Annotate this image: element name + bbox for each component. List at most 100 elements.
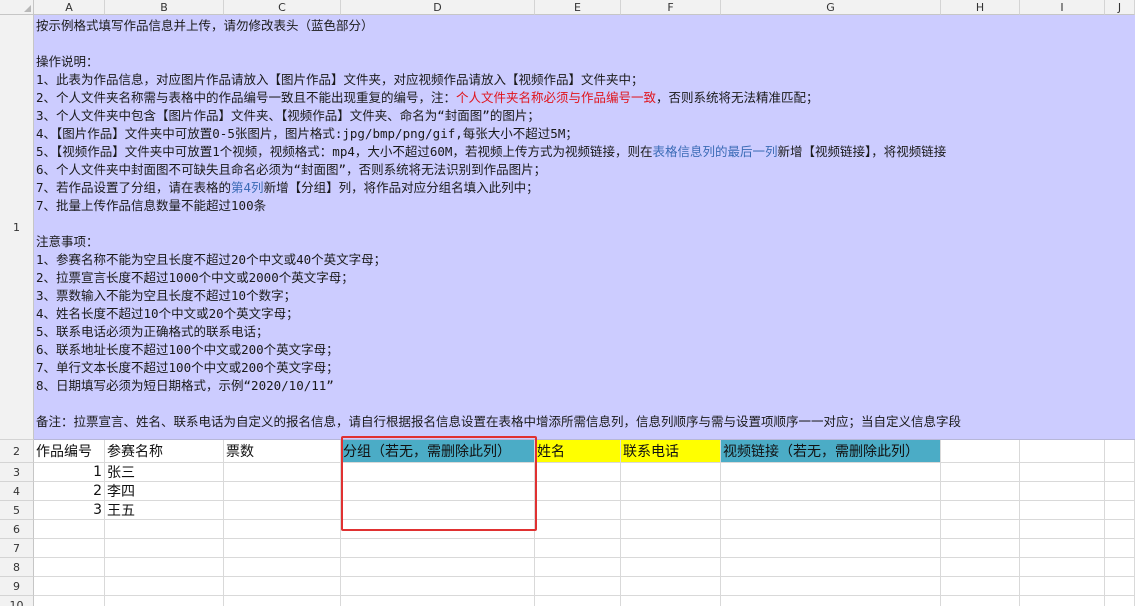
table-cell-b6[interactable]	[105, 520, 224, 539]
table-cell-j6[interactable]	[1105, 520, 1135, 539]
header-cell-c[interactable]: 票数	[224, 440, 341, 463]
table-cell-e9[interactable]	[535, 577, 621, 596]
table-cell-f5[interactable]	[621, 501, 721, 520]
table-cell-d3[interactable]	[341, 463, 535, 482]
instructions-merged-cell[interactable]: 按示例格式填写作品信息并上传，请勿修改表头（蓝色部分） 操作说明： 1、此表为作品信…	[34, 15, 1135, 440]
table-cell-g3[interactable]	[721, 463, 941, 482]
table-cell-j4[interactable]	[1105, 482, 1135, 501]
table-cell-i10[interactable]	[1020, 596, 1105, 606]
table-cell-c7[interactable]	[224, 539, 341, 558]
table-cell-c9[interactable]	[224, 577, 341, 596]
table-cell-e8[interactable]	[535, 558, 621, 577]
table-cell-i4[interactable]	[1020, 482, 1105, 501]
table-cell-i9[interactable]	[1020, 577, 1105, 596]
table-cell-e7[interactable]	[535, 539, 621, 558]
table-cell-h7[interactable]	[941, 539, 1020, 558]
column-header-e[interactable]: E	[535, 0, 621, 15]
table-cell-e10[interactable]	[535, 596, 621, 606]
table-cell-g6[interactable]	[721, 520, 941, 539]
table-cell-f10[interactable]	[621, 596, 721, 606]
header-cell-f[interactable]: 联系电话	[621, 440, 721, 463]
table-cell-a5[interactable]: 3	[34, 501, 105, 520]
row-header-2[interactable]: 2	[0, 440, 34, 463]
header-cell-a[interactable]: 作品编号	[34, 440, 105, 463]
column-header-f[interactable]: F	[621, 0, 721, 15]
table-cell-j3[interactable]	[1105, 463, 1135, 482]
header-cell-g[interactable]: 视频链接（若无，需删除此列）	[721, 440, 941, 463]
table-cell-g5[interactable]	[721, 501, 941, 520]
table-cell-j7[interactable]	[1105, 539, 1135, 558]
table-cell-c10[interactable]	[224, 596, 341, 606]
table-cell-f4[interactable]	[621, 482, 721, 501]
table-cell-a9[interactable]	[34, 577, 105, 596]
header-cell-i[interactable]	[1020, 440, 1105, 463]
table-cell-i5[interactable]	[1020, 501, 1105, 520]
table-cell-j8[interactable]	[1105, 558, 1135, 577]
table-cell-b7[interactable]	[105, 539, 224, 558]
table-cell-h10[interactable]	[941, 596, 1020, 606]
row-header-5[interactable]: 5	[0, 501, 34, 520]
table-cell-b8[interactable]	[105, 558, 224, 577]
column-header-c[interactable]: C	[224, 0, 341, 15]
table-cell-f6[interactable]	[621, 520, 721, 539]
row-header-1[interactable]: 1	[0, 15, 34, 440]
table-cell-a7[interactable]	[34, 539, 105, 558]
table-cell-f7[interactable]	[621, 539, 721, 558]
table-cell-g8[interactable]	[721, 558, 941, 577]
table-cell-d10[interactable]	[341, 596, 535, 606]
row-header-8[interactable]: 8	[0, 558, 34, 577]
column-header-i[interactable]: I	[1020, 0, 1105, 15]
table-cell-a3[interactable]: 1	[34, 463, 105, 482]
table-cell-b5[interactable]: 王五	[105, 501, 224, 520]
table-cell-h6[interactable]	[941, 520, 1020, 539]
table-cell-e5[interactable]	[535, 501, 621, 520]
table-cell-d9[interactable]	[341, 577, 535, 596]
table-cell-d7[interactable]	[341, 539, 535, 558]
table-cell-b4[interactable]: 李四	[105, 482, 224, 501]
row-header-4[interactable]: 4	[0, 482, 34, 501]
table-cell-j9[interactable]	[1105, 577, 1135, 596]
header-cell-e[interactable]: 姓名	[535, 440, 621, 463]
table-cell-g4[interactable]	[721, 482, 941, 501]
table-cell-b10[interactable]	[105, 596, 224, 606]
table-cell-c3[interactable]	[224, 463, 341, 482]
table-cell-h3[interactable]	[941, 463, 1020, 482]
select-all-corner[interactable]	[0, 0, 34, 15]
column-header-j[interactable]: J	[1105, 0, 1135, 15]
column-header-d[interactable]: D	[341, 0, 535, 15]
table-cell-c5[interactable]	[224, 501, 341, 520]
table-cell-e6[interactable]	[535, 520, 621, 539]
table-cell-h9[interactable]	[941, 577, 1020, 596]
table-cell-f8[interactable]	[621, 558, 721, 577]
row-header-10[interactable]: 10	[0, 596, 34, 606]
table-cell-g9[interactable]	[721, 577, 941, 596]
table-cell-i8[interactable]	[1020, 558, 1105, 577]
header-cell-b[interactable]: 参赛名称	[105, 440, 224, 463]
table-cell-g7[interactable]	[721, 539, 941, 558]
row-header-6[interactable]: 6	[0, 520, 34, 539]
column-header-g[interactable]: G	[721, 0, 941, 15]
table-cell-h8[interactable]	[941, 558, 1020, 577]
table-cell-b3[interactable]: 张三	[105, 463, 224, 482]
table-cell-h5[interactable]	[941, 501, 1020, 520]
table-cell-i3[interactable]	[1020, 463, 1105, 482]
table-cell-j10[interactable]	[1105, 596, 1135, 606]
table-cell-g10[interactable]	[721, 596, 941, 606]
column-header-b[interactable]: B	[105, 0, 224, 15]
table-cell-c4[interactable]	[224, 482, 341, 501]
table-cell-a4[interactable]: 2	[34, 482, 105, 501]
table-cell-a8[interactable]	[34, 558, 105, 577]
table-cell-e3[interactable]	[535, 463, 621, 482]
table-cell-d5[interactable]	[341, 501, 535, 520]
row-header-3[interactable]: 3	[0, 463, 34, 482]
row-header-9[interactable]: 9	[0, 577, 34, 596]
column-header-a[interactable]: A	[34, 0, 105, 15]
table-cell-c6[interactable]	[224, 520, 341, 539]
table-cell-i6[interactable]	[1020, 520, 1105, 539]
table-cell-a10[interactable]	[34, 596, 105, 606]
table-cell-c8[interactable]	[224, 558, 341, 577]
table-cell-d8[interactable]	[341, 558, 535, 577]
table-cell-f3[interactable]	[621, 463, 721, 482]
table-cell-h4[interactable]	[941, 482, 1020, 501]
table-cell-e4[interactable]	[535, 482, 621, 501]
